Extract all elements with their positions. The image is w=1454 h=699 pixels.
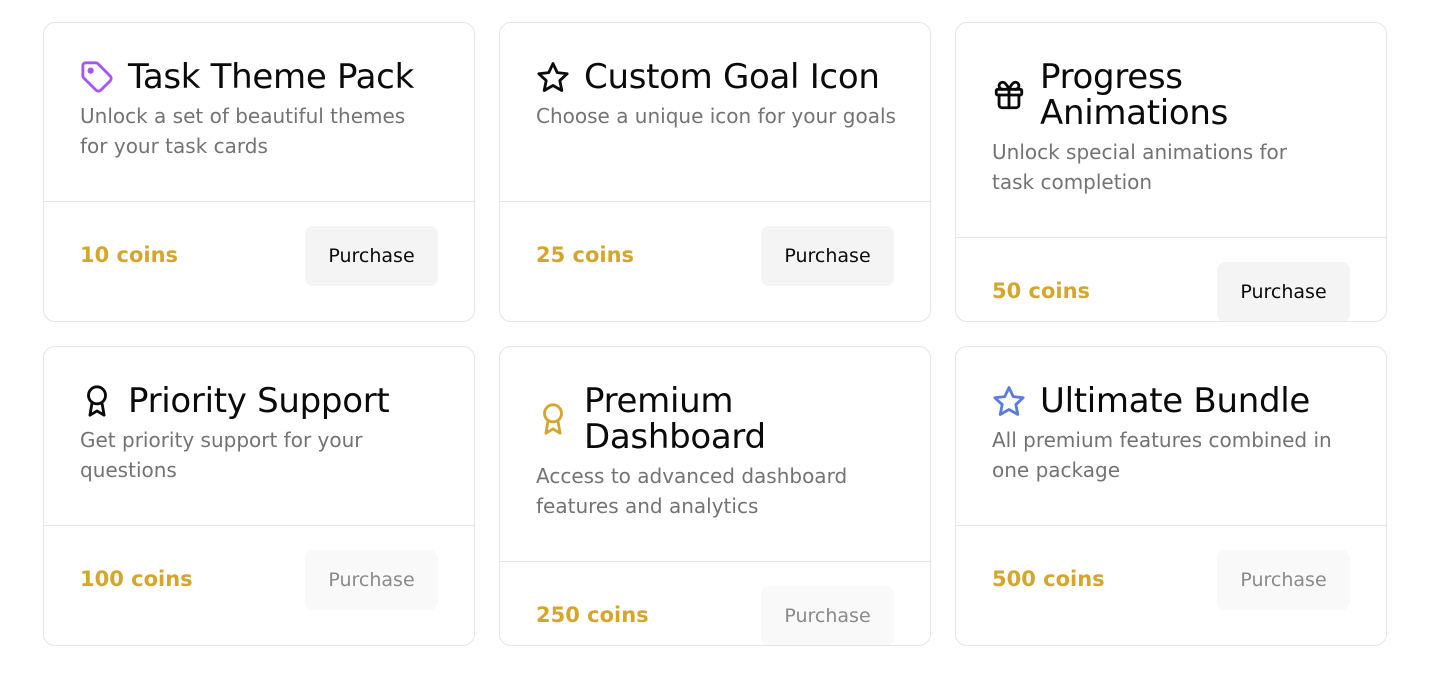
- card-divider: [956, 237, 1386, 238]
- item-title: Progress Animations: [1040, 57, 1229, 133]
- card-divider: [956, 525, 1386, 526]
- card-divider: [500, 201, 930, 202]
- card-divider: [500, 561, 930, 562]
- item-description: Unlock special animations for task compl…: [992, 140, 1287, 194]
- item-title: Premium Dashboard: [584, 381, 766, 457]
- item-price: 10 coins: [80, 243, 179, 267]
- item-price: 100 coins: [80, 567, 193, 591]
- item-title: Task Theme Pack: [128, 57, 414, 97]
- shop-item-card: Task Theme Pack Unlock a set of beautifu…: [43, 22, 475, 322]
- purchase-button[interactable]: Purchase: [761, 586, 894, 645]
- purchase-button[interactable]: Purchase: [305, 226, 438, 286]
- tag-icon: [80, 60, 114, 94]
- item-price: 250 coins: [536, 603, 649, 627]
- star-icon: [536, 60, 570, 94]
- shop-item-card: Custom Goal Icon Choose a unique icon fo…: [499, 22, 931, 322]
- purchase-button[interactable]: Purchase: [1217, 550, 1350, 610]
- shop-item-card: Progress Animations Unlock special anima…: [955, 22, 1387, 322]
- item-description: All premium features combined in one pac…: [992, 428, 1332, 482]
- item-price: 25 coins: [536, 243, 635, 267]
- purchase-button[interactable]: Purchase: [761, 226, 894, 286]
- shop-item-card: Ultimate Bundle All premium features com…: [955, 346, 1387, 646]
- item-description: Get priority support for your questions: [80, 428, 363, 482]
- star-icon: [992, 384, 1026, 418]
- item-description: Access to advanced dashboard features an…: [536, 464, 848, 518]
- item-title: Ultimate Bundle: [1040, 381, 1310, 421]
- purchase-button[interactable]: Purchase: [1217, 262, 1350, 321]
- item-title: Custom Goal Icon: [584, 57, 880, 97]
- item-price: 50 coins: [992, 279, 1091, 303]
- shop-item-card: Premium Dashboard Access to advanced das…: [499, 346, 931, 646]
- item-price: 500 coins: [992, 567, 1105, 591]
- gift-icon: [992, 78, 1026, 112]
- shop-item-card: Priority Support Get priority support fo…: [43, 346, 475, 646]
- item-title: Priority Support: [128, 381, 390, 421]
- shop-items-grid: Task Theme Pack Unlock a set of beautifu…: [0, 0, 1454, 699]
- item-description: Choose a unique icon for your goals: [536, 104, 896, 128]
- award-icon: [80, 384, 114, 418]
- medal-icon: [536, 402, 570, 436]
- purchase-button[interactable]: Purchase: [305, 550, 438, 610]
- item-description: Unlock a set of beautiful themes for you…: [80, 104, 406, 158]
- card-divider: [44, 201, 474, 202]
- card-divider: [44, 525, 474, 526]
